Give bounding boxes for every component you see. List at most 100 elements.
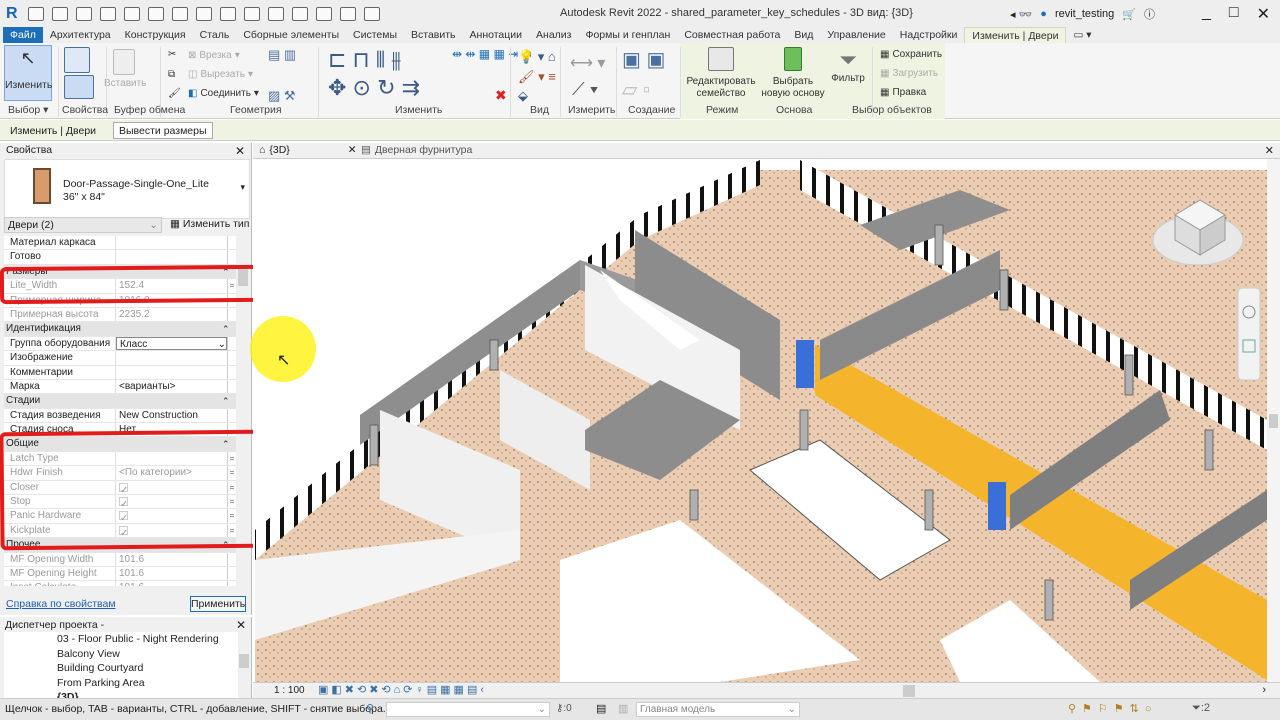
cut-button[interactable]: ◫ Вырезать ▾	[188, 69, 253, 80]
3d-view-icon[interactable]	[267, 6, 284, 21]
browser-item[interactable]: Balcony View	[57, 648, 120, 660]
modify-button[interactable]: ↖ Изменить	[4, 45, 52, 101]
create-assembly-icon[interactable]: ▱ ▫	[622, 77, 650, 102]
edit-family-button[interactable]: Редактировать семейство	[686, 47, 756, 100]
tab-10[interactable]: Совместная работа	[677, 27, 787, 43]
load-selection-button[interactable]: ▦ Загрузить	[880, 68, 938, 79]
apply-button[interactable]: Применить	[190, 596, 246, 612]
create-group-icon[interactable]: ▣ ▣	[622, 47, 665, 72]
edit-selection-button[interactable]: ▦ Правка	[880, 87, 926, 98]
collapse-icon[interactable]: ⌃	[222, 394, 236, 407]
tab-8[interactable]: Анализ	[529, 27, 578, 43]
view-control-icons[interactable]: ▣◧✖⟲✖⟲⌂⟳♀▤▦▦▤‹	[318, 683, 487, 696]
worksets-icon[interactable]: ⚲	[366, 702, 374, 715]
property-group[interactable]: Стадии ⌃	[4, 394, 236, 409]
close-icon[interactable]: ✕	[1257, 4, 1270, 24]
paint-icon[interactable]: ▨ ⚒	[268, 88, 296, 104]
modify-tools-row1[interactable]: ⊏ ⊓ ⫴ ⫵	[328, 47, 401, 73]
design-option-select[interactable]: Главная модель ⌄	[636, 702, 800, 717]
undo-icon[interactable]	[123, 6, 140, 21]
property-value[interactable]: New Construction	[116, 409, 227, 422]
browser-item[interactable]: From Parking Area	[57, 677, 145, 689]
open-icon[interactable]	[51, 6, 68, 21]
geometry-tools[interactable]: ▤ ▥	[268, 47, 296, 63]
revit-logo[interactable]: R	[6, 5, 18, 23]
copy-icon[interactable]: ⧉	[168, 69, 175, 80]
tab-11[interactable]: Вид	[787, 27, 820, 43]
ribbon-toggle-icon[interactable]: ▭ ▾	[1066, 27, 1098, 43]
properties-button[interactable]	[64, 75, 94, 102]
browser-item[interactable]: 03 - Floor Public - Night Rendering	[57, 633, 219, 645]
cart-icon[interactable]: 🛒	[1122, 8, 1136, 21]
edit-type-button[interactable]: ▦ Изменить тип	[170, 218, 249, 230]
match-type-icon[interactable]: 🖌	[168, 88, 181, 99]
minimize-icon[interactable]: _	[1202, 4, 1211, 24]
type-properties-button[interactable]	[64, 47, 90, 76]
dimension-icon[interactable]	[219, 6, 236, 21]
properties-help-link[interactable]: Справка по свойствам	[6, 598, 116, 610]
text-icon[interactable]	[243, 6, 260, 21]
close-hidden-icon[interactable]	[339, 6, 356, 21]
browser-scrollbar[interactable]	[238, 632, 250, 698]
help-icon[interactable]: ⓘ	[1144, 6, 1155, 22]
tab-0[interactable]: Файл	[3, 27, 43, 43]
view-tools[interactable]: 💡 ▾ ⌂	[518, 49, 556, 65]
tab-6[interactable]: Вставить	[404, 27, 463, 43]
3d-viewport[interactable]	[253, 159, 1267, 682]
show-dimensions-button[interactable]: Вывести размеры	[113, 122, 213, 139]
home-icon[interactable]	[27, 6, 44, 21]
thin-lines-icon[interactable]	[315, 6, 332, 21]
section-icon[interactable]	[291, 6, 308, 21]
browser-item[interactable]: Building Courtyard	[57, 662, 143, 674]
save-selection-button[interactable]: ▦ Сохранить	[880, 49, 942, 60]
redo-icon[interactable]	[147, 6, 164, 21]
close-icon[interactable]: ✕	[1265, 144, 1274, 157]
property-group[interactable]: Идентификация ⌃	[4, 322, 236, 337]
paint-brush-icon[interactable]: 🖌 ▾ ≡	[518, 69, 556, 85]
maximize-icon[interactable]: □	[1229, 4, 1239, 24]
measure-icon[interactable]	[195, 6, 212, 21]
paste-button[interactable]: Вставить	[104, 49, 146, 89]
tab-1[interactable]: Архитектура	[43, 27, 118, 43]
close-icon[interactable]: ✕	[236, 618, 246, 632]
switch-windows-icon[interactable]	[363, 6, 380, 21]
tab-2[interactable]: Конструкция	[118, 27, 193, 43]
view-tab-3d[interactable]: ⌂ {3D} ✕	[259, 144, 357, 156]
tab-12[interactable]: Управление	[820, 27, 892, 43]
horizontal-scroll-thumb[interactable]	[903, 685, 915, 697]
category-filter[interactable]: Двери (2) ⌄	[4, 217, 162, 233]
cut-geometry-button[interactable]: ⊠ Врезка ▾	[188, 50, 240, 61]
property-value[interactable]	[116, 351, 227, 364]
navigation-bar[interactable]	[1237, 287, 1261, 381]
pick-host-button[interactable]: Выбрать новую основу	[760, 47, 826, 100]
measure-between-icon[interactable]: ⟷ ▾	[570, 53, 605, 73]
binoculars-icon[interactable]: ◂ 👓	[1010, 8, 1032, 21]
tab-5[interactable]: Системы	[346, 27, 404, 43]
property-select[interactable]: Класс ⌄	[116, 336, 227, 351]
tab-9[interactable]: Формы и генплан	[578, 27, 677, 43]
type-selector[interactable]: Door-Passage-Single-One_Lite 36" x 84" ▾	[4, 159, 250, 219]
tab-13[interactable]: Надстройки	[893, 27, 965, 43]
modify-tools-row2[interactable]: ✥ ⊙ ↻ ⇉	[328, 75, 420, 101]
property-value[interactable]	[116, 236, 227, 249]
close-icon[interactable]: ✕	[235, 144, 245, 158]
dropdown-icon[interactable]: ▾	[240, 182, 245, 193]
hide-icon[interactable]: ⬙	[518, 88, 528, 104]
sync-icon[interactable]	[99, 6, 116, 21]
property-value[interactable]: <варианты>	[116, 380, 227, 393]
design-options-icon[interactable]: ▤	[596, 702, 606, 715]
close-icon[interactable]: ✕	[348, 144, 357, 156]
selection-options-icons[interactable]: ⚲⚑⚐⚑⇅○	[1068, 702, 1158, 715]
property-value[interactable]	[116, 366, 227, 379]
scroll-right-icon[interactable]: ›	[1262, 684, 1266, 696]
selected-door[interactable]	[796, 340, 814, 388]
view-tab-hardware[interactable]: ▤ Дверная фурнитура	[361, 144, 472, 156]
user-icon[interactable]: ●	[1040, 8, 1047, 20]
save-icon[interactable]	[75, 6, 92, 21]
tab-3[interactable]: Сталь	[193, 27, 237, 43]
filter-button[interactable]: ⏷ Фильтр	[830, 47, 866, 84]
collapse-icon[interactable]: ⌃	[222, 322, 236, 335]
tab-14[interactable]: Изменить | Двери	[964, 26, 1067, 44]
user-name[interactable]: revit_testing	[1055, 8, 1114, 20]
view-scale[interactable]: 1 : 100	[274, 685, 305, 696]
